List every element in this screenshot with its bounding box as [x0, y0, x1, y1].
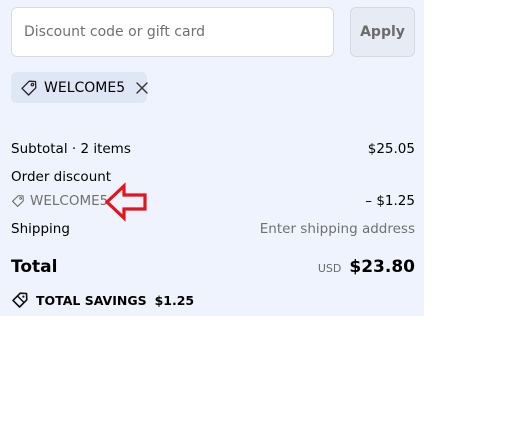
- discount-code-input[interactable]: [11, 7, 334, 57]
- shipping-label: Shipping: [11, 221, 70, 237]
- total-amount: $23.80: [349, 257, 415, 277]
- order-discount-label: Order discount: [11, 169, 112, 185]
- total-row: Total USD $23.80: [11, 257, 415, 277]
- total-value-group: USD $23.80: [318, 257, 415, 277]
- total-savings-amount: $1.25: [154, 292, 195, 308]
- currency-code: USD: [317, 262, 342, 275]
- applied-discount-code: WELCOME5: [44, 79, 126, 96]
- subtotal-value: $25.05: [367, 141, 415, 157]
- discount-code-text: WELCOME5: [30, 193, 109, 209]
- subtotal-label: Subtotal · 2 items: [11, 141, 131, 157]
- shipping-row: Shipping Enter shipping address: [11, 221, 415, 237]
- tag-icon: [20, 79, 38, 97]
- checkout-summary-panel: Apply WELCOME5 Subtotal · 2 items $25.05…: [0, 0, 424, 316]
- tag-icon: [11, 291, 29, 309]
- left-arrow-icon: [104, 182, 147, 222]
- total-savings: TOTAL SAVINGS $1.25: [11, 291, 194, 309]
- discount-value: – $1.25: [365, 193, 415, 209]
- discount-code-label: WELCOME5: [11, 193, 108, 209]
- shipping-value: Enter shipping address: [259, 221, 415, 237]
- applied-discount-chip: WELCOME5: [11, 72, 149, 103]
- subtotal-row: Subtotal · 2 items $25.05: [11, 141, 415, 157]
- discount-code-row: WELCOME5 – $1.25: [11, 193, 415, 209]
- apply-button[interactable]: Apply: [350, 7, 415, 57]
- order-discount-row: Order discount: [11, 169, 415, 185]
- total-savings-label: TOTAL SAVINGS: [36, 292, 147, 308]
- total-label: Total: [11, 257, 58, 277]
- close-icon[interactable]: [135, 81, 149, 95]
- apply-button-label: Apply: [360, 24, 405, 40]
- tag-icon: [11, 194, 25, 208]
